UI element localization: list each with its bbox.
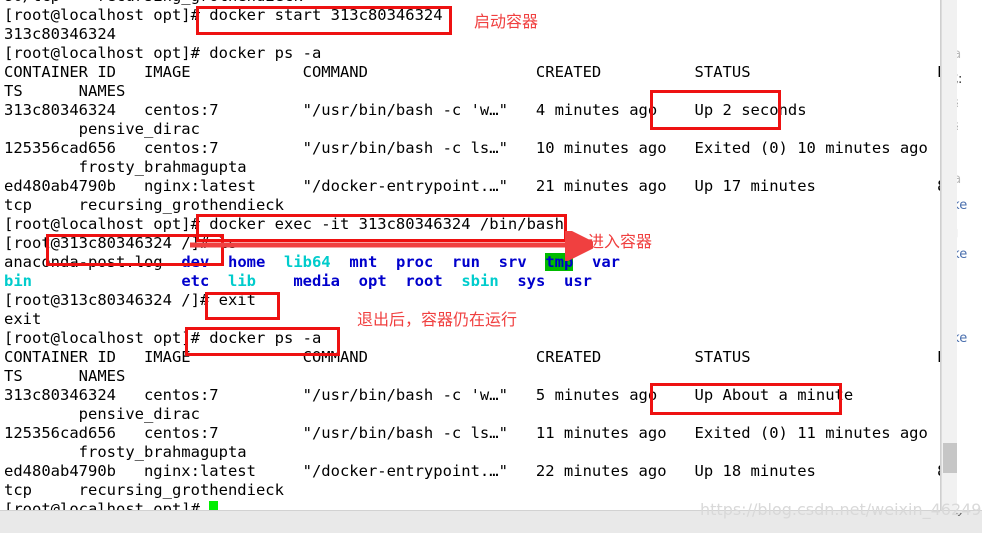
terminal-text: exit: [4, 310, 42, 328]
terminal-text: [root@313c80346324 /]# ls: [4, 234, 238, 252]
terminal-text: 80/tcp recursing_grothendieck: [4, 0, 303, 5]
terminal-line: CONTAINER ID IMAGE COMMAND CREATED STATU…: [4, 348, 941, 367]
terminal-text: tmp: [545, 253, 574, 271]
terminal-text: dev: [181, 253, 210, 271]
terminal-text: [root@localhost opt]# docker exec -it 31…: [4, 215, 564, 233]
terminal-text: mnt: [349, 253, 378, 271]
terminal-text: frosty_brahmagupta: [4, 158, 247, 176]
terminal-text: 125356cad656 centos:7 "/usr/bin/bash -c …: [4, 424, 928, 442]
terminal-text: TS NAMES: [4, 82, 126, 100]
terminal-line: TS NAMES: [4, 367, 940, 386]
terminal-text: etc: [181, 272, 210, 290]
terminal-line: frosty_brahmagupta: [4, 443, 940, 462]
terminal-cursor: [209, 501, 219, 510]
terminal-text: root: [405, 272, 443, 290]
terminal-window[interactable]: 80/tcp recursing_grothendieck[root@local…: [0, 0, 941, 510]
terminal-line: [root@313c80346324 /]# ls: [4, 234, 940, 253]
terminal-text: media: [293, 272, 340, 290]
terminal-text: frosty_brahmagupta: [4, 443, 247, 461]
terminal-text: ed480ab4790b nginx:latest "/docker-entry…: [4, 177, 941, 195]
terminal-text: pensive_dirac: [4, 405, 200, 423]
chevron-down-icon[interactable]: ⌄: [950, 504, 968, 522]
terminal-text: [root@localhost opt]# docker ps -a: [4, 329, 322, 347]
terminal-text: lib: [227, 272, 256, 290]
terminal-line: bin etc lib media opt root sbin sys usr: [4, 272, 940, 291]
terminal-line: anaconda-post.log dev home lib64 mnt pro…: [4, 253, 940, 272]
terminal-text: TS NAMES: [4, 367, 126, 385]
terminal-line: [root@localhost opt]# docker exec -it 31…: [4, 215, 940, 234]
terminal-line: TS NAMES: [4, 82, 940, 101]
terminal-line: 125356cad656 centos:7 "/usr/bin/bash -c …: [4, 139, 940, 158]
terminal-line: ed480ab4790b nginx:latest "/docker-entry…: [4, 462, 941, 481]
terminal-text: 125356cad656 centos:7 "/usr/bin/bash -c …: [4, 139, 928, 157]
terminal-line: 313c80346324: [4, 25, 940, 44]
terminal-text: run: [452, 253, 480, 271]
terminal-text: anaconda-post.log: [4, 253, 182, 271]
terminal-text: pensive_dirac: [4, 120, 200, 138]
terminal-line: pensive_dirac: [4, 120, 940, 139]
note-still-running: 退出后，容器仍在运行: [357, 310, 518, 329]
terminal-line: 313c80346324 centos:7 "/usr/bin/bash -c …: [4, 101, 940, 120]
terminal-text: 313c80346324: [4, 25, 116, 43]
terminal-text: tcp recursing_grothendieck: [4, 481, 284, 499]
terminal-line: [root@localhost opt]# docker ps -a: [4, 44, 940, 63]
terminal-line: pensive_dirac: [4, 405, 940, 424]
terminal-line: [root@localhost opt]#: [4, 500, 940, 510]
terminal-text: usr: [564, 272, 592, 290]
horizontal-scrollbar[interactable]: [0, 510, 982, 533]
terminal-text: ed480ab4790b nginx:latest "/docker-entry…: [4, 462, 941, 480]
terminal-text: 313c80346324 centos:7 "/usr/bin/bash -c …: [4, 101, 807, 119]
terminal-line: [root@localhost opt]# docker ps -a: [4, 329, 940, 348]
terminal-text: tcp recursing_grothendieck: [4, 196, 284, 214]
screenshot-root: 80/tcp recursing_grothendieck[root@local…: [0, 0, 982, 533]
terminal-text: proc: [396, 253, 434, 271]
vertical-scrollbar[interactable]: [941, 0, 957, 510]
terminal-text: lib64: [283, 253, 331, 271]
terminal-text: CONTAINER ID IMAGE COMMAND CREATED STATU…: [4, 63, 941, 81]
terminal-line: [root@localhost opt]# docker start 313c8…: [4, 6, 940, 25]
terminal-text: home: [227, 253, 266, 271]
terminal-line: tcp recursing_grothendieck: [4, 481, 940, 500]
terminal-line: CONTAINER ID IMAGE COMMAND CREATED STATU…: [4, 63, 941, 82]
terminal-text: [root@313c80346324 /]# exit: [4, 291, 256, 309]
terminal-text: sbin: [461, 272, 499, 290]
note-enter-container: 进入容器: [588, 232, 653, 251]
terminal-text: var: [592, 253, 621, 271]
terminal-text: bin: [4, 272, 32, 290]
terminal-line: frosty_brahmagupta: [4, 158, 940, 177]
terminal-output: 80/tcp recursing_grothendieck[root@local…: [4, 0, 941, 510]
note-start-container: 启动容器: [474, 12, 539, 31]
terminal-text: srv: [498, 253, 527, 271]
terminal-text: 313c80346324 centos:7 "/usr/bin/bash -c …: [4, 386, 854, 404]
terminal-text: [root@localhost opt]#: [4, 500, 210, 510]
terminal-text: opt: [358, 272, 387, 290]
vertical-scrollbar-thumb[interactable]: [943, 443, 957, 473]
terminal-text: sys: [517, 272, 546, 290]
terminal-line: ed480ab4790b nginx:latest "/docker-entry…: [4, 177, 941, 196]
terminal-line: tcp recursing_grothendieck: [4, 196, 940, 215]
terminal-line: 313c80346324 centos:7 "/usr/bin/bash -c …: [4, 386, 940, 405]
terminal-text: [root@localhost opt]# docker ps -a: [4, 44, 322, 62]
terminal-text: CONTAINER ID IMAGE COMMAND CREATED STATU…: [4, 348, 941, 366]
terminal-line: 125356cad656 centos:7 "/usr/bin/bash -c …: [4, 424, 940, 443]
terminal-text: [root@localhost opt]# docker start 313c8…: [4, 6, 443, 24]
